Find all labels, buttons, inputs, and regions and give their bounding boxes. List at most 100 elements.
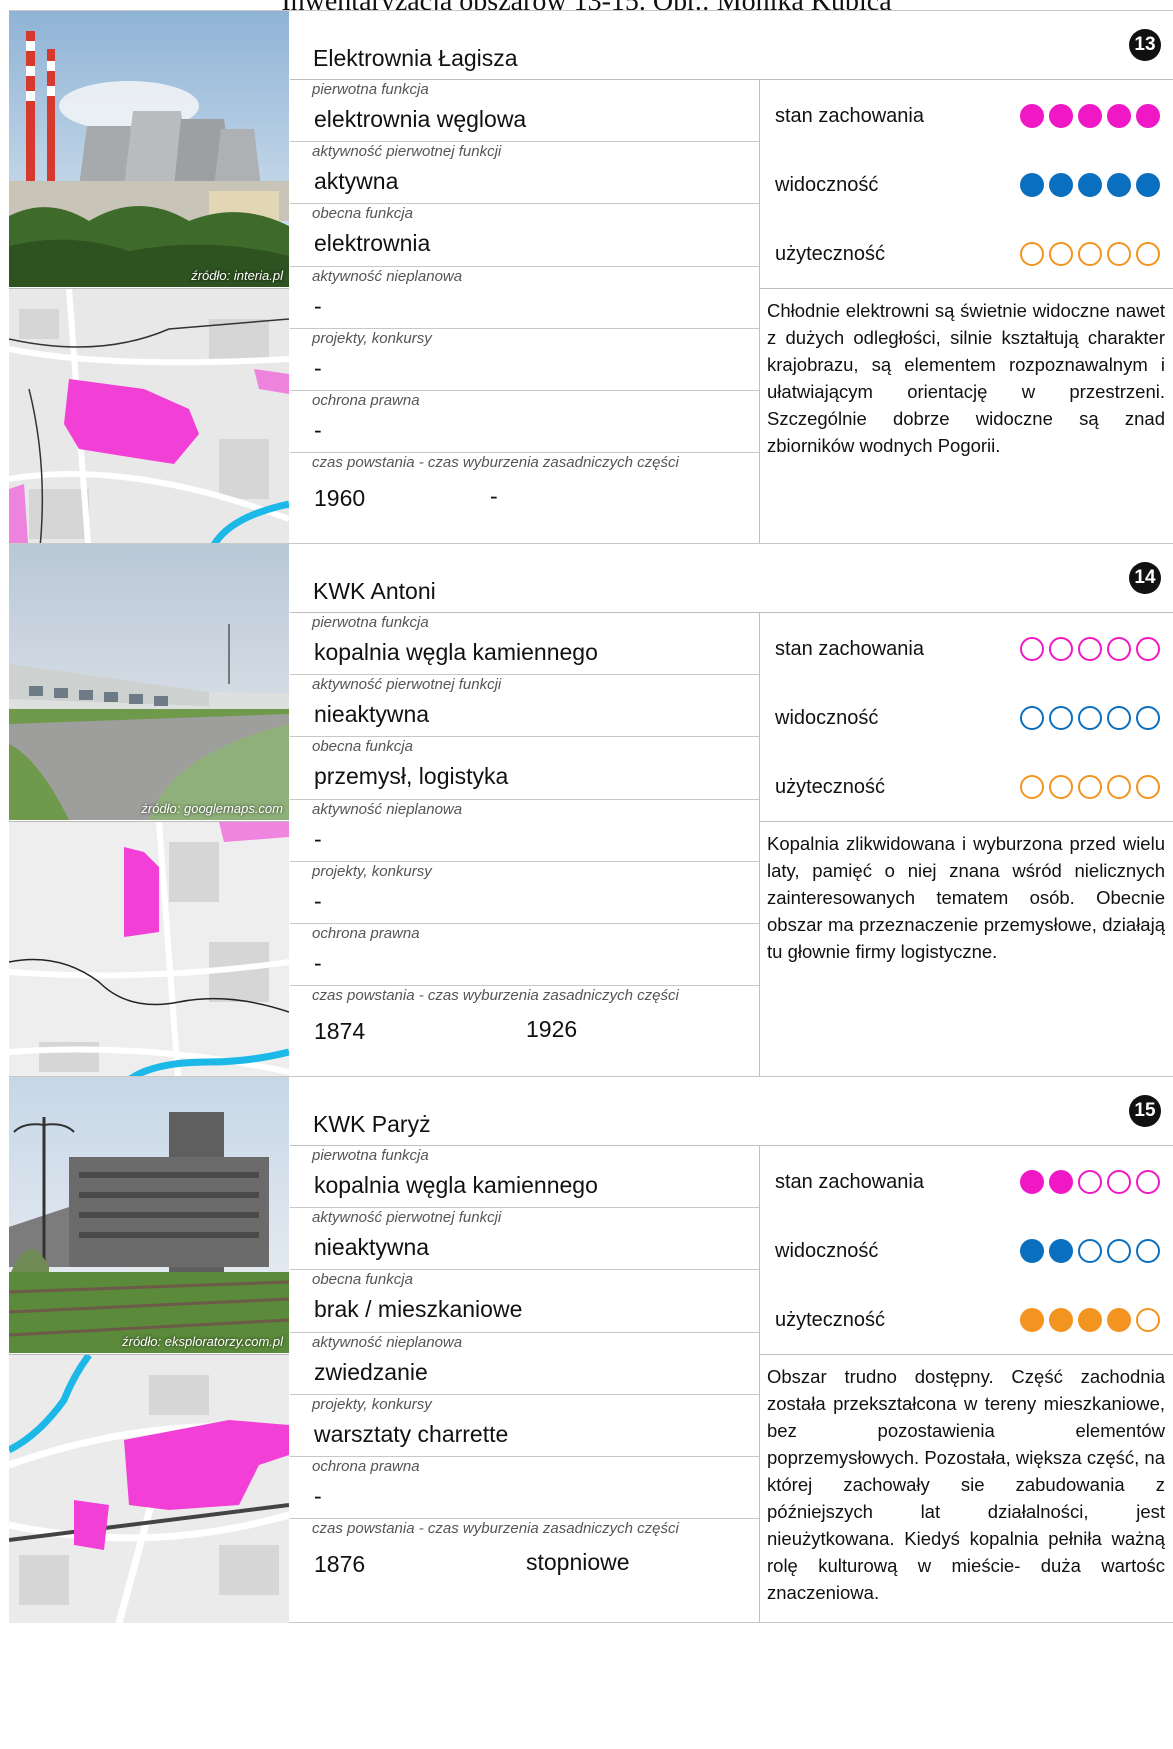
rating-label: widoczność (775, 707, 879, 729)
description-panel: Obszar trudno dostępny. Część zachodnia … (760, 1355, 1173, 1621)
rating-label: użyteczność (775, 243, 886, 265)
rating-dot-filled (1020, 1170, 1044, 1194)
field-label: aktywność pierwotnej funkcji (312, 143, 502, 160)
field-value: - (314, 950, 322, 976)
rating-label: widoczność (775, 1240, 879, 1262)
rating-dot-empty (1107, 775, 1131, 799)
field-label: obecna funkcja (312, 738, 413, 755)
rating-uzytecznosc: użyteczność (760, 218, 1173, 287)
field-label: pierwotna funkcja (312, 1147, 429, 1164)
site-description: Kopalnia zlikwidowana i wyburzona przed … (767, 833, 1165, 962)
field-pierwotna-funkcja: pierwotna funkcja elektrownia węglowa (290, 80, 759, 142)
rating-dot-filled (1136, 173, 1160, 197)
site-map (9, 821, 289, 1090)
rating-label: stan zachowania (775, 105, 924, 127)
field-aktywnosc-pierwotnej: aktywność pierwotnej funkcji nieaktywna (290, 675, 759, 737)
field-projekty-konkursy: projekty, konkursy warsztaty charrette (290, 1395, 759, 1457)
field-value: - (314, 293, 322, 319)
field-value: - (314, 417, 322, 443)
field-value: - (314, 826, 322, 852)
rating-dot-empty (1020, 706, 1044, 730)
field-label: pierwotna funkcja (312, 81, 429, 98)
attribute-column: pierwotna funkcja kopalnia węgla kamienne… (290, 1146, 760, 1622)
site-photo: źródło: googlemaps.com (9, 544, 289, 820)
field-czas: czas powstania - czas wyburzenia zasadni… (290, 986, 759, 1089)
field-aktywnosc-pierwotnej: aktywność pierwotnej funkcji nieaktywna (290, 1208, 759, 1270)
rating-dots (1020, 242, 1160, 266)
field-value: aktywna (314, 168, 399, 194)
rating-dot-empty (1136, 1170, 1160, 1194)
photo-source: źródło: interia.pl (191, 268, 283, 283)
field-value: kopalnia węgla kamiennego (314, 639, 598, 665)
rating-dot-filled (1049, 173, 1073, 197)
site-description: Chłodnie elektrowni są świetnie widoczne… (767, 300, 1165, 456)
field-value: elektrownia (314, 230, 431, 256)
field-label: obecna funkcja (312, 1271, 413, 1288)
site-photo: źródło: eksploratorzy.com.pl (9, 1077, 289, 1353)
rating-dot-empty (1049, 242, 1073, 266)
attribute-column: pierwotna funkcja kopalnia węgla kamienne… (290, 613, 760, 1089)
rating-widocznosc: widoczność (760, 1215, 1173, 1284)
rating-dot-filled (1020, 1239, 1044, 1263)
field-label: projekty, konkursy (312, 330, 432, 347)
field-label: czas powstania - czas wyburzenia zasadni… (312, 454, 679, 471)
description-panel: Kopalnia zlikwidowana i wyburzona przed … (760, 822, 1173, 1088)
field-value: kopalnia węgla kamiennego (314, 1172, 598, 1198)
rating-dot-empty (1020, 637, 1044, 661)
ratings-panel: stan zachowania widoczność użyteczność (760, 80, 1173, 289)
field-value: przemysł, logistyka (314, 763, 509, 789)
field-ochrona-prawna: ochrona prawna - (290, 391, 759, 453)
field-label: ochrona prawna (312, 1458, 420, 1475)
field-czas: czas powstania - czas wyburzenia zasadni… (290, 1519, 759, 1622)
rating-dot-empty (1049, 706, 1073, 730)
field-obecna-funkcja: obecna funkcja brak / mieszkaniowe (290, 1270, 759, 1333)
field-aktywnosc-nieplanowa: aktywność nieplanowa - (290, 800, 759, 862)
rating-dots (1020, 1239, 1160, 1263)
czas-wyburzenia-value: stopniowe (526, 1549, 630, 1575)
czas-wyburzenia-value: - (490, 483, 498, 509)
site-number-badge: 13 (1129, 29, 1161, 61)
rating-dot-empty (1136, 242, 1160, 266)
site-header: KWK Antoni 14 (290, 544, 1173, 613)
rating-dot-filled (1020, 104, 1044, 128)
rating-dot-filled (1107, 1308, 1131, 1332)
field-ochrona-prawna: ochrona prawna - (290, 1457, 759, 1519)
rating-dot-filled (1136, 104, 1160, 128)
photo-source: źródło: googlemaps.com (141, 801, 283, 816)
czas-powstania-value: 1960 (314, 485, 366, 511)
rating-dot-empty (1020, 775, 1044, 799)
field-aktywnosc-nieplanowa: aktywność nieplanowa - (290, 267, 759, 329)
rating-dot-filled (1078, 104, 1102, 128)
field-label: ochrona prawna (312, 392, 420, 409)
rating-dot-filled (1049, 1308, 1073, 1332)
field-label: ochrona prawna (312, 925, 420, 942)
site-description: Obszar trudno dostępny. Część zachodnia … (767, 1366, 1165, 1603)
rating-dot-empty (1078, 242, 1102, 266)
rating-dots (1020, 1308, 1160, 1332)
rating-label: stan zachowania (775, 638, 924, 660)
field-label: pierwotna funkcja (312, 614, 429, 631)
field-aktywnosc-pierwotnej: aktywność pierwotnej funkcji aktywna (290, 142, 759, 204)
field-label: aktywność pierwotnej funkcji (312, 676, 502, 693)
rating-dot-empty (1107, 637, 1131, 661)
ratings-panel: stan zachowania widoczność użyteczność (760, 613, 1173, 822)
site-name: Elektrownia Łagisza (313, 45, 518, 71)
site-map (9, 1354, 289, 1623)
rating-dot-filled (1049, 104, 1073, 128)
field-label: obecna funkcja (312, 205, 413, 222)
field-pierwotna-funkcja: pierwotna funkcja kopalnia węgla kamienne… (290, 1146, 759, 1208)
rating-dot-empty (1107, 1239, 1131, 1263)
rating-dot-empty (1049, 775, 1073, 799)
rating-dot-empty (1020, 242, 1044, 266)
field-czas: czas powstania - czas wyburzenia zasadni… (290, 453, 759, 556)
rating-label: widoczność (775, 174, 879, 196)
rating-widocznosc: widoczność (760, 682, 1173, 751)
field-label: projekty, konkursy (312, 1396, 432, 1413)
rating-dot-filled (1078, 1308, 1102, 1332)
rating-uzytecznosc: użyteczność (760, 1284, 1173, 1353)
field-label: aktywność pierwotnej funkcji (312, 1209, 502, 1226)
rating-dots (1020, 1170, 1160, 1194)
attribute-column: pierwotna funkcja elektrownia węglowa akty… (290, 80, 760, 556)
rating-dots (1020, 173, 1160, 197)
field-label: aktywność nieplanowa (312, 1334, 463, 1351)
